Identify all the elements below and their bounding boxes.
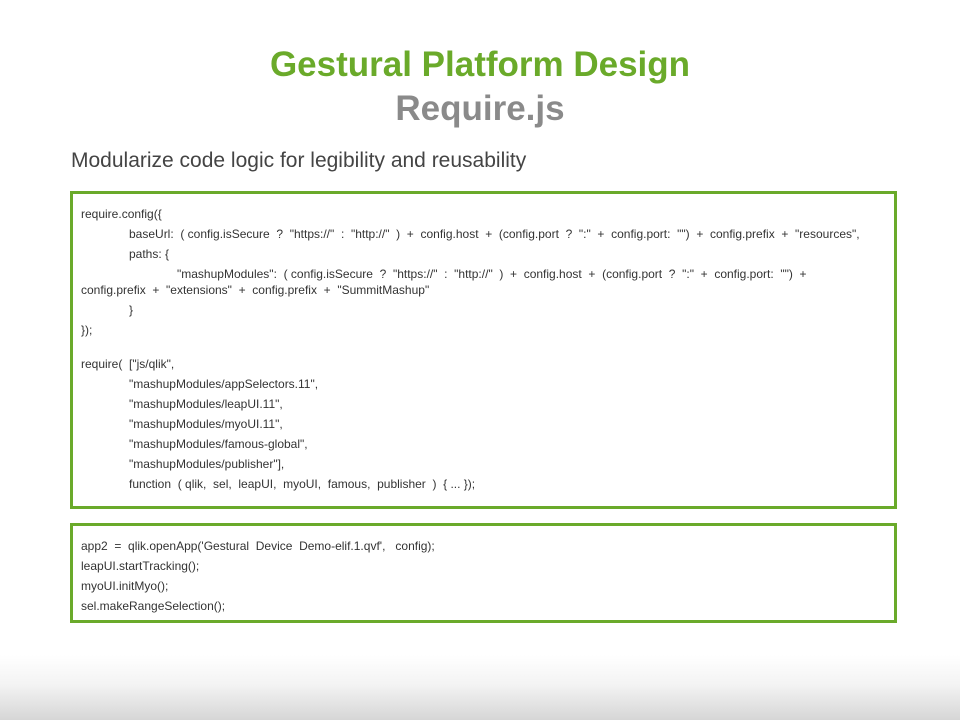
code-line: "mashupModules/publisher"],: [129, 457, 285, 471]
app-init-code-box: app2 = qlik.openApp('Gestural Device Dem…: [70, 523, 897, 623]
code-line: baseUrl: ( config.isSecure ? "https://" …: [129, 227, 860, 241]
code-line: });: [81, 323, 93, 337]
code-line: }: [129, 303, 134, 317]
require-config-code-box: require.config({ baseUrl: ( config.isSec…: [70, 191, 897, 509]
slide-lead-text: Modularize code logic for legibility and…: [71, 149, 527, 172]
code-line: leapUI.startTracking();: [81, 559, 200, 573]
code-line: paths: {: [129, 247, 170, 261]
code-line: "mashupModules/famous-global",: [129, 437, 308, 451]
code-line: app2 = qlik.openApp('Gestural Device Dem…: [81, 539, 435, 553]
slide-subtitle: Require.js: [395, 89, 565, 128]
code-line: "mashupModules": ( config.isSecure ? "ht…: [177, 267, 807, 281]
code-spacer: [81, 340, 886, 354]
code-line: require( ["js/qlik",: [81, 357, 175, 371]
code-line: "mashupModules/myoUI.11",: [129, 417, 283, 431]
code-line: config.prefix + "extensions" + config.pr…: [81, 283, 430, 297]
code-line: require.config({: [81, 207, 162, 221]
code-line: sel.makeRangeSelection();: [81, 599, 226, 613]
code-line: function ( qlik, sel, leapUI, myoUI, fam…: [129, 477, 476, 491]
slide: Gestural Platform Design Require.js Modu…: [0, 0, 960, 720]
slide-title: Gestural Platform Design: [269, 45, 691, 84]
code-line: "mashupModules/leapUI.11",: [129, 397, 283, 411]
code-line: myoUI.initMyo();: [81, 579, 169, 593]
code-line: "mashupModules/appSelectors.11",: [129, 377, 319, 391]
